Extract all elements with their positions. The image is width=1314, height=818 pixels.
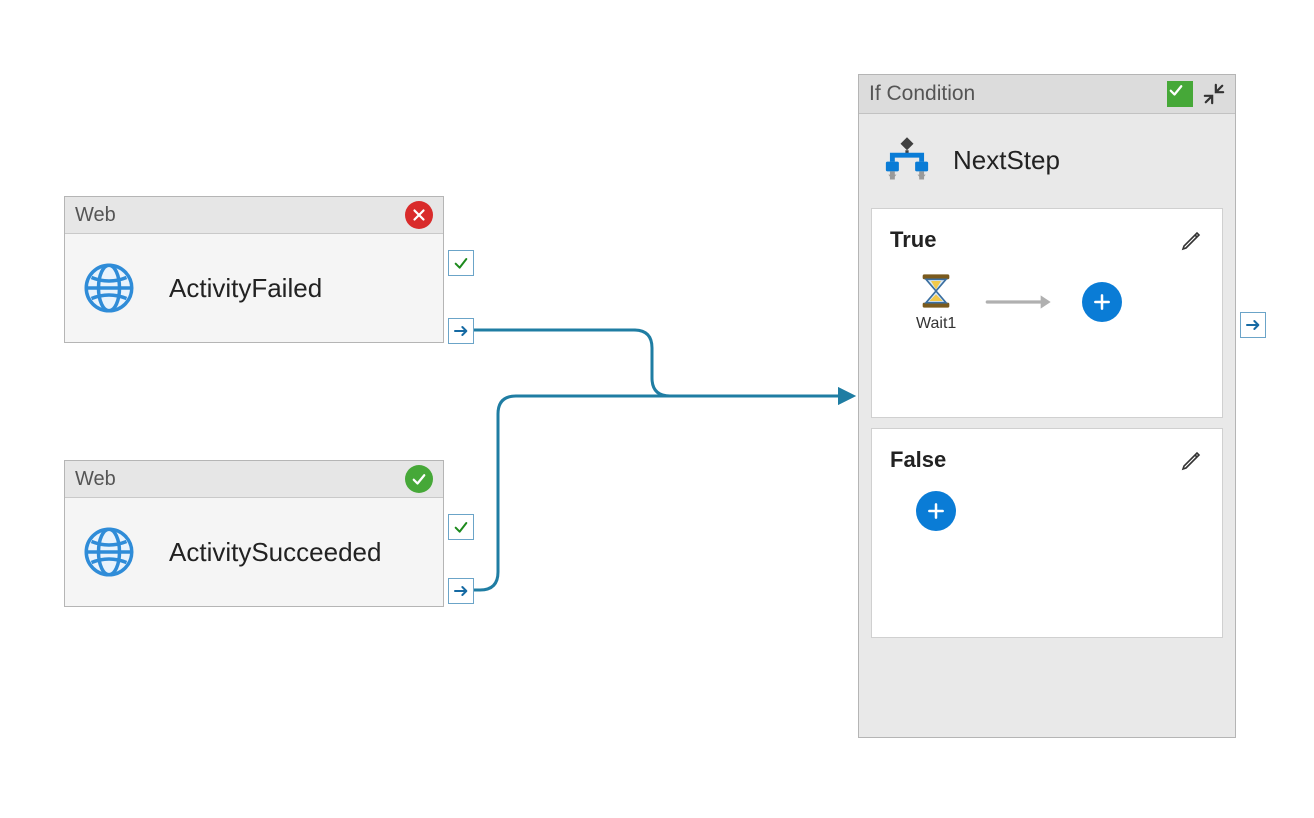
activity-header: Web [65,461,443,498]
hourglass-icon [916,271,956,311]
success-port[interactable] [448,250,474,276]
status-success-icon [1167,81,1193,107]
success-port[interactable] [448,514,474,540]
true-branch-body: Wait1 [890,271,1204,333]
collapse-icon[interactable] [1203,83,1225,105]
container-type-label: If Condition [869,82,975,106]
edit-icon[interactable] [1180,448,1204,472]
activity-body: ActivityFailed [65,234,443,342]
activity-web-failed[interactable]: Web ActivityFailed [64,196,444,343]
if-condition-container[interactable]: If Condition [858,74,1236,738]
add-activity-button[interactable] [916,491,956,531]
wait-label: Wait1 [916,315,956,333]
arrow-icon [984,292,1054,312]
status-success-icon [405,465,433,493]
container-header: If Condition [859,75,1235,114]
false-branch-label: False [890,447,946,473]
skip-port[interactable] [1240,312,1266,338]
activity-type-label: Web [75,468,116,491]
activity-web-succeeded[interactable]: Web ActivitySucceeded [64,460,444,607]
activity-header: Web [65,197,443,234]
web-icon [81,524,137,580]
false-branch-body [890,491,1204,531]
true-branch-label: True [890,227,936,253]
activity-type-label: Web [75,204,116,227]
status-failed-icon [405,201,433,229]
activity-title: ActivityFailed [169,273,322,304]
true-branch[interactable]: True Wait1 [871,208,1223,418]
condition-icon [881,134,933,186]
activity-title: ActivitySucceeded [169,537,381,568]
false-branch[interactable]: False [871,428,1223,638]
pipeline-canvas[interactable]: Web ActivityFailed Web [0,0,1314,818]
skip-port[interactable] [448,578,474,604]
container-name: NextStep [953,145,1060,176]
activity-body: ActivitySucceeded [65,498,443,606]
add-activity-button[interactable] [1082,282,1122,322]
wait-activity[interactable]: Wait1 [916,271,956,333]
edit-icon[interactable] [1180,228,1204,252]
container-subtitle: NextStep [859,114,1235,198]
web-icon [81,260,137,316]
skip-port[interactable] [448,318,474,344]
